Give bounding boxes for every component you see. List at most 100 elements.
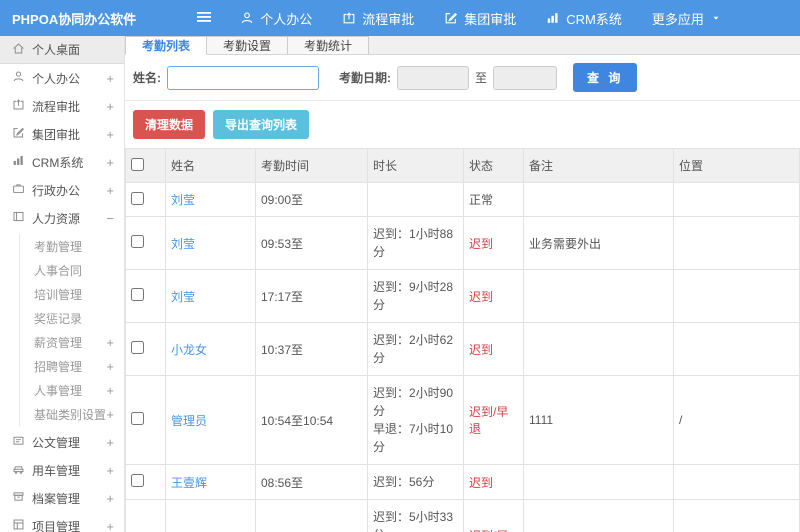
car-icon	[12, 462, 25, 478]
tab-attendance-list[interactable]: 考勤列表	[125, 36, 208, 55]
bar-chart-icon	[546, 11, 560, 25]
location-cell	[673, 464, 800, 500]
header-time: 考勤时间	[255, 148, 368, 183]
sidebar-item-desktop[interactable]: 个人桌面	[0, 36, 124, 64]
employee-name-link[interactable]: 刘莹	[171, 193, 195, 207]
clean-data-button[interactable]: 清理数据	[133, 110, 206, 139]
select-all-checkbox[interactable]	[131, 157, 144, 171]
table-header-row: 姓名 考勤时间 时长 状态 备注 位置	[125, 148, 800, 183]
date-from-input[interactable]	[397, 65, 469, 90]
name-input[interactable]	[167, 65, 319, 90]
sidebar-subitem-training[interactable]: 培训管理	[20, 282, 124, 306]
table-row: 黄蓉13:20至13:20迟到：5小时33分早退：4小时67分迟到/早退/	[125, 499, 800, 532]
sidebar: 个人桌面 个人办公 + 流程审批 + 集团审批 + CRM系统 + 行政办公 +	[0, 36, 125, 532]
note-cell: 1111	[523, 375, 674, 465]
sidebar-hr-submenu: 考勤管理 人事合同 培训管理 奖惩记录 薪资管理 + 招聘管理 + 人事管理 +…	[19, 234, 124, 426]
note-cell	[523, 499, 674, 532]
sidebar-item-crm[interactable]: CRM系统 +	[0, 148, 124, 176]
sidebar-item-hr[interactable]: 人力资源 −	[0, 204, 124, 232]
date-to-label: 至	[475, 71, 488, 85]
book-icon	[12, 210, 25, 226]
row-checkbox[interactable]	[131, 288, 144, 301]
status-badge: 迟到	[469, 289, 494, 304]
user-icon	[240, 11, 254, 25]
nav-item-workflow-approval[interactable]: 流程审批	[342, 9, 414, 28]
status-badge: 迟到/早退	[469, 405, 509, 436]
nav-item-group-approval[interactable]: 集团审批	[444, 9, 516, 28]
location-cell	[673, 322, 800, 376]
attendance-time-cell: 09:00至	[255, 182, 368, 217]
row-checkbox[interactable]	[131, 474, 144, 487]
header-note: 备注	[523, 148, 674, 183]
home-icon	[12, 42, 25, 58]
nav-item-personal-office[interactable]: 个人办公	[240, 9, 312, 28]
status-badge: 迟到	[469, 342, 494, 357]
bar-chart-icon	[12, 154, 25, 170]
note-cell: 业务需要外出	[523, 216, 674, 270]
tab-attendance-stats[interactable]: 考勤统计	[287, 36, 370, 54]
export-list-button[interactable]: 导出查询列表	[213, 110, 310, 139]
attendance-time-cell: 10:37至	[255, 322, 368, 376]
header-location: 位置	[673, 148, 800, 183]
sidebar-subitem-attendance[interactable]: 考勤管理	[20, 234, 124, 258]
sidebar-toggle-button[interactable]	[196, 10, 212, 27]
status-badge: 迟到	[469, 236, 494, 251]
attendance-table-body: 刘莹 09:00至 正常 刘莹 09:53至 迟到：1小时88分 迟到 业务需要外出 刘莹 17:…	[125, 182, 800, 532]
briefcase-icon	[12, 182, 25, 198]
sidebar-subitem-rewards[interactable]: 奖惩记录	[20, 306, 124, 330]
sidebar-subitem-hr-contract[interactable]: 人事合同	[20, 258, 124, 282]
employee-name-link[interactable]: 刘莹	[171, 237, 195, 251]
search-button[interactable]: 查 询	[573, 63, 638, 92]
table-row: 刘莹 09:53至 迟到：1小时88分 迟到 业务需要外出	[125, 216, 800, 270]
sidebar-item-group-approval[interactable]: 集团审批 +	[0, 120, 124, 148]
attendance-time-cell: 17:17至	[255, 269, 368, 323]
attendance-time-cell: 08:56至	[255, 464, 368, 500]
employee-name-link[interactable]: 管理员	[171, 414, 207, 428]
sidebar-item-vehicle[interactable]: 用车管理 +	[0, 456, 124, 484]
duration-cell: 迟到：2小时62分	[367, 322, 464, 376]
sidebar-subitem-personnel[interactable]: 人事管理 +	[20, 378, 124, 402]
sidebar-item-projects[interactable]: 项目管理 +	[0, 512, 124, 532]
sidebar-subitem-base-category[interactable]: 基础类别设置 +	[20, 402, 124, 426]
location-cell: /	[673, 499, 800, 532]
sidebar-subitem-recruitment[interactable]: 招聘管理 +	[20, 354, 124, 378]
row-checkbox[interactable]	[131, 191, 144, 205]
user-icon	[12, 70, 25, 86]
name-label: 姓名:	[133, 71, 161, 85]
status-badge: 迟到	[469, 475, 494, 490]
grid-icon	[12, 518, 25, 532]
row-checkbox[interactable]	[131, 412, 144, 425]
location-cell	[673, 216, 800, 270]
sidebar-item-documents[interactable]: 公文管理 +	[0, 428, 124, 456]
employee-name-link[interactable]: 王壹辉	[171, 476, 207, 490]
table-row: 刘莹 17:17至 迟到：9小时28分 迟到	[125, 269, 800, 323]
nav-item-more-apps[interactable]: 更多应用	[652, 9, 722, 28]
employee-name-link[interactable]: 小龙女	[171, 343, 207, 357]
edit-icon	[444, 11, 458, 25]
sidebar-item-archives[interactable]: 档案管理 +	[0, 484, 124, 512]
row-checkbox[interactable]	[131, 235, 144, 248]
duration-cell: 迟到：56分	[367, 464, 464, 500]
archive-box-icon	[12, 490, 25, 506]
header-name: 姓名	[165, 148, 256, 183]
status-badge: 正常	[469, 193, 494, 207]
sidebar-item-admin-office[interactable]: 行政办公 +	[0, 176, 124, 204]
tab-attendance-settings[interactable]: 考勤设置	[206, 36, 289, 54]
table-row: 刘莹 09:00至 正常	[125, 182, 800, 217]
duration-cell	[367, 182, 464, 217]
edit-icon	[12, 126, 25, 142]
table-row: 管理员 10:54至10:54 迟到：2小时90分 早退：7小时10分 迟到/早退 111…	[125, 375, 800, 465]
table-row: 王壹辉 08:56至 迟到：56分 迟到	[125, 464, 800, 500]
date-to-input[interactable]	[493, 65, 558, 90]
header-status: 状态	[463, 148, 524, 183]
nav-item-crm[interactable]: CRM系统	[546, 9, 622, 28]
row-checkbox[interactable]	[131, 341, 144, 354]
sidebar-item-workflow-approval[interactable]: 流程审批 +	[0, 92, 124, 120]
hamburger-icon	[196, 10, 212, 27]
employee-name-link[interactable]: 刘莹	[171, 290, 195, 304]
header-duration: 时长	[367, 148, 464, 183]
workflow-icon	[12, 98, 25, 114]
sidebar-item-personal-office[interactable]: 个人办公 +	[0, 64, 124, 92]
attendance-time-cell: 09:53至	[255, 216, 368, 270]
sidebar-subitem-salary[interactable]: 薪资管理 +	[20, 330, 124, 354]
